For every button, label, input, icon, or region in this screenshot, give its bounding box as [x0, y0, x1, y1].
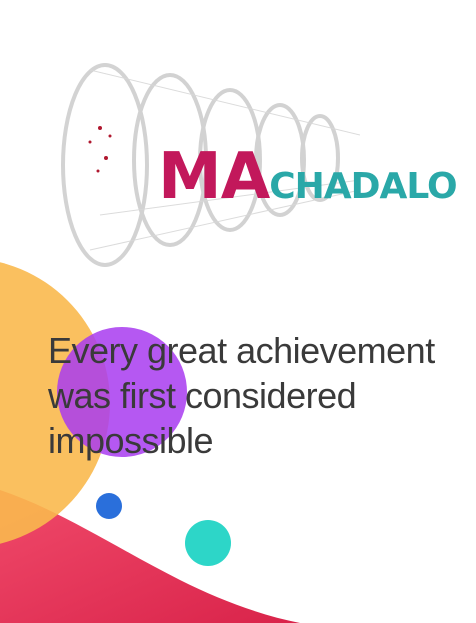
- machadalo-logo: MACHADALO: [60, 40, 458, 270]
- logo-wordmark: MACHADALO: [158, 140, 458, 214]
- teal-circle: [185, 520, 231, 566]
- logo-text-big: MA: [158, 140, 270, 214]
- splash-screen: MACHADALO Every great achievement was fi…: [0, 0, 476, 623]
- blue-dot: [96, 493, 122, 519]
- motivational-quote: Every great achievement was first consid…: [48, 330, 435, 461]
- logo-text-small: CHADALO: [269, 166, 457, 207]
